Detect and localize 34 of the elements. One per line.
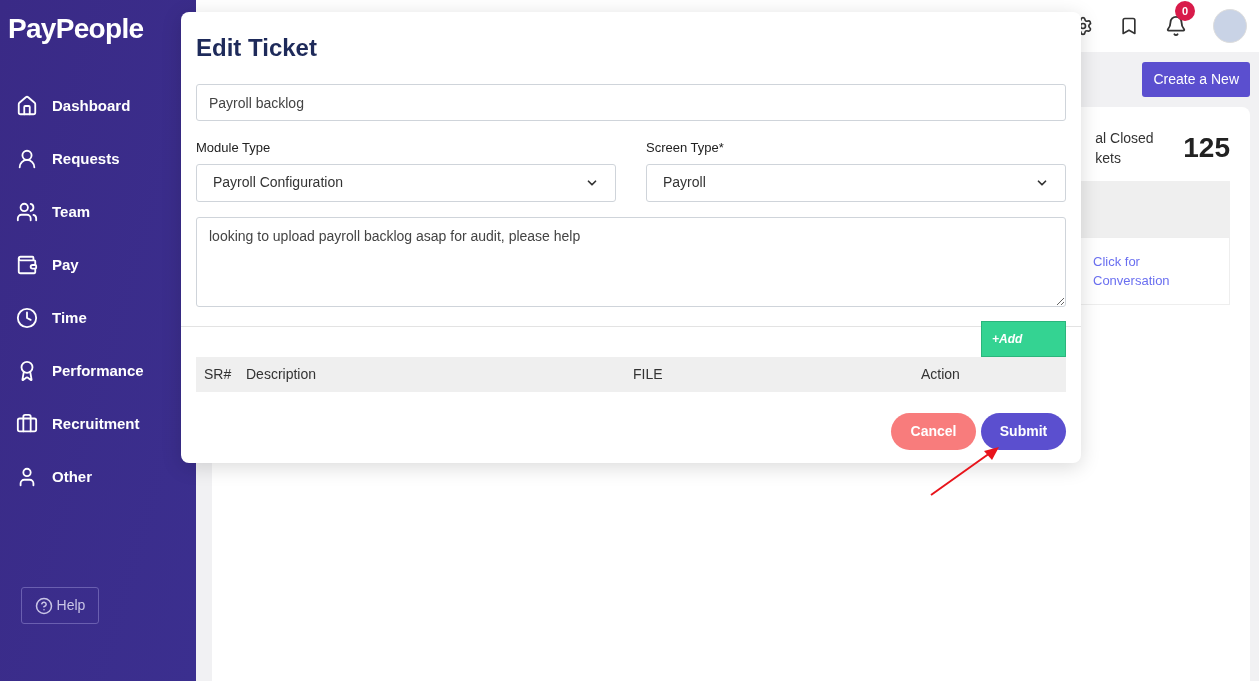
bookmark-icon[interactable] <box>1119 16 1139 36</box>
dropdown[interactable]: Payroll <box>646 163 1066 202</box>
sidebar-item[interactable]: Performance <box>16 357 196 385</box>
sidebar-item[interactable]: Team <box>16 198 196 226</box>
logo: PayPeople <box>7 12 145 46</box>
column-header: FILE <box>633 364 664 384</box>
users-icon <box>16 201 38 223</box>
column-header: SR# <box>204 364 233 384</box>
wallet-icon <box>16 254 38 276</box>
sidebar-item[interactable]: Recruitment <box>16 410 196 438</box>
field-label: Module Type <box>196 139 272 157</box>
modal-title: Edit Ticket <box>195 33 318 63</box>
clock-icon <box>16 307 38 329</box>
stat-value: 125 <box>1183 131 1230 165</box>
notification-badge: 0 <box>1175 1 1195 21</box>
field-label: Screen Type* <box>646 139 725 157</box>
bell-icon[interactable] <box>1165 15 1187 37</box>
dropdown[interactable]: Payroll Configuration <box>196 163 616 202</box>
sidebar-item[interactable]: Pay <box>16 251 196 279</box>
subject-field[interactable]: Payroll backlog <box>196 84 1066 121</box>
sidebar-item[interactable]: Time <box>16 304 196 332</box>
create-new-button[interactable]: Create a New <box>1142 62 1250 97</box>
help-icon <box>34 596 53 615</box>
home-icon <box>16 95 38 117</box>
help-button[interactable]: Help <box>21 587 99 624</box>
submit-button[interactable]: Submit <box>981 412 1066 450</box>
column-header: Action <box>921 364 961 384</box>
briefcase-icon <box>16 413 38 435</box>
sidebar-item[interactable]: Other <box>16 463 196 491</box>
stat-label: al Closed kets <box>1095 129 1155 168</box>
description-field[interactable]: looking to upload payroll backlog asap for audit, please help <box>196 216 1066 307</box>
sidebar-item[interactable]: Dashboard <box>16 92 196 120</box>
sidebar-item[interactable]: Requests <box>16 145 196 173</box>
column-header: Description <box>246 364 318 384</box>
